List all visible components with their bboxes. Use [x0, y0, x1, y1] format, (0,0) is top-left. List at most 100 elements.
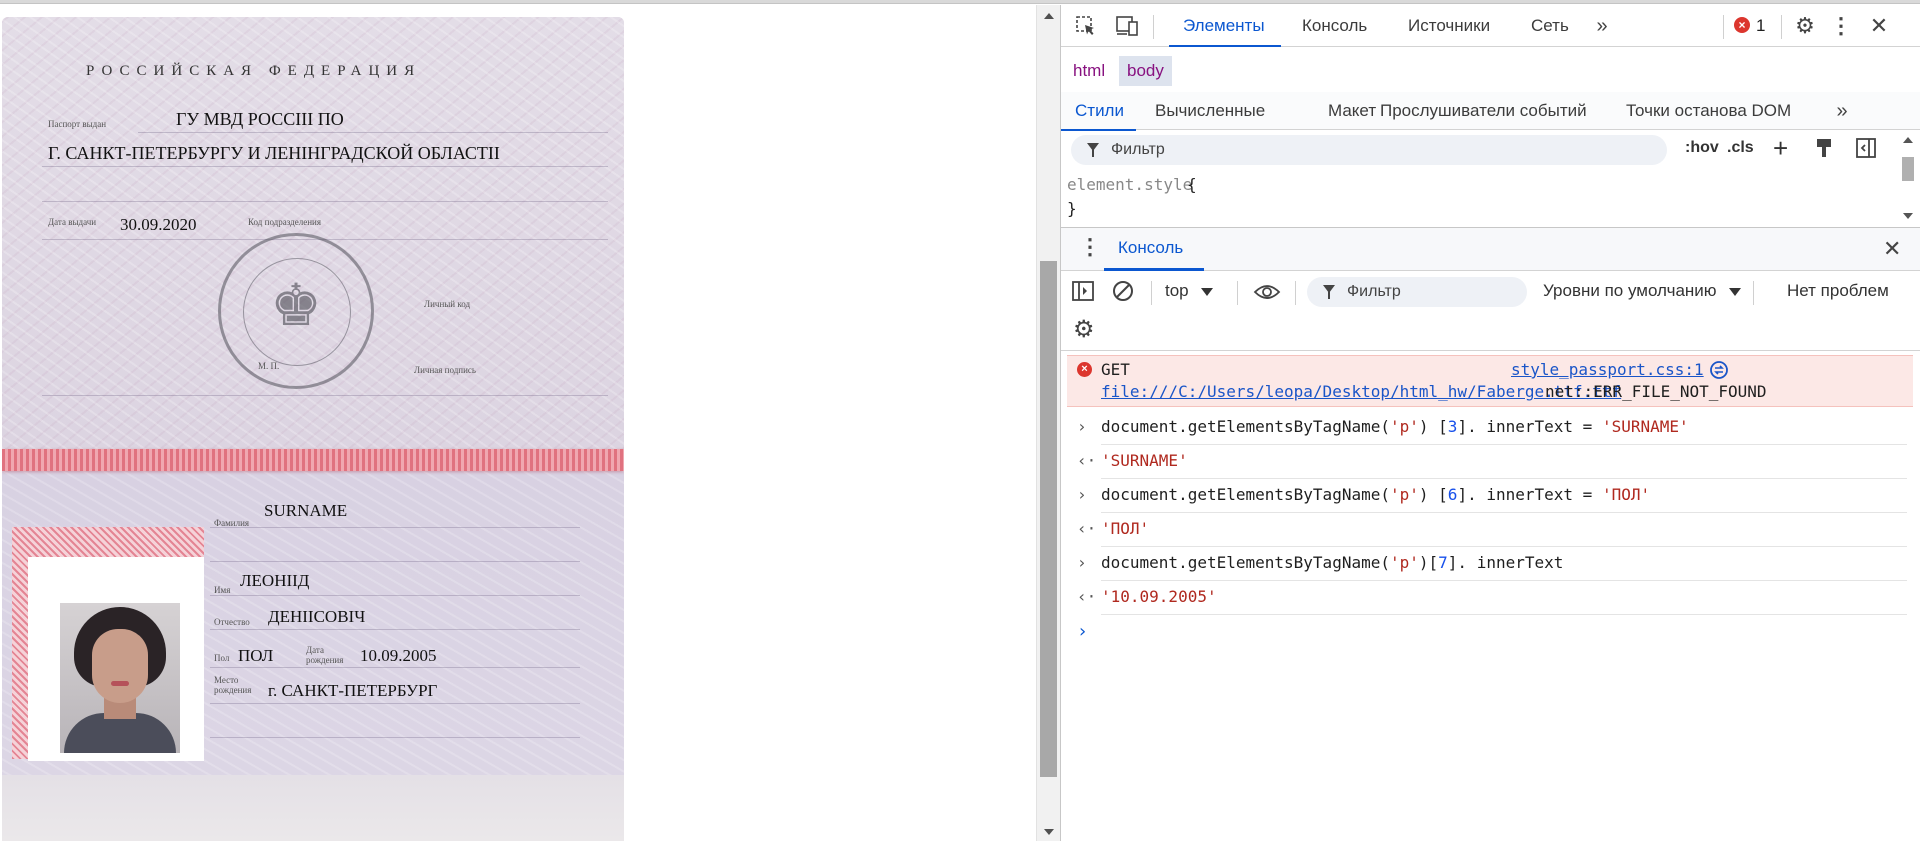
- tab-event-listeners[interactable]: Прослушиватели событий: [1380, 92, 1587, 130]
- tab-sources[interactable]: Источники: [1408, 5, 1490, 47]
- context-selector[interactable]: top: [1165, 281, 1214, 301]
- error-file-url[interactable]: file:///C:/Users/leopa/Desktop/html_hw/F…: [1101, 382, 1621, 401]
- clear-console-icon[interactable]: [1111, 279, 1135, 308]
- element-style-selector[interactable]: element.style: [1067, 175, 1192, 194]
- output-arrow-icon: ‹·: [1077, 519, 1097, 538]
- toolbar-separator: [1753, 281, 1754, 305]
- page-viewport: РОССИЙСКАЯ ФЕДЕРАЦИЯ Паспорт выдан ГУ МВ…: [0, 5, 1036, 841]
- console-error-message: × GET style_passport.css:1 file:///C:/Us…: [1067, 355, 1913, 407]
- hov-toggle[interactable]: :hov: [1685, 139, 1719, 157]
- error-source-link[interactable]: style_passport.css:1: [1511, 360, 1704, 379]
- guide-line: [210, 527, 580, 528]
- tab-console[interactable]: Консоль: [1302, 5, 1367, 47]
- scroll-down-arrow-icon[interactable]: [1044, 829, 1054, 835]
- console-result: 'ПОЛ': [1101, 519, 1150, 538]
- inspect-element-icon[interactable]: [1073, 13, 1099, 39]
- issued-by-line1: ГУ МВД РОССІІІ ПО: [176, 109, 344, 129]
- sex-label: Пол: [214, 653, 230, 663]
- drawer-menu-icon[interactable]: ⋮: [1079, 234, 1101, 260]
- code-fragment: ]. innerText: [1447, 553, 1564, 572]
- new-style-rule-icon[interactable]: +: [1773, 133, 1788, 164]
- toolbar-separator: [1153, 15, 1154, 39]
- code-number: 7: [1438, 553, 1448, 572]
- guide-line: [42, 201, 608, 202]
- tab-dom-breakpoints[interactable]: Точки останова DOM: [1626, 92, 1791, 130]
- passport-fold-strip: [2, 449, 624, 471]
- issues-counter[interactable]: Нет проблем: [1787, 281, 1889, 301]
- breadcrumb-html[interactable]: html: [1065, 56, 1113, 86]
- guide-line: [138, 132, 608, 133]
- passport-bottom-edge: [2, 775, 624, 841]
- tab-styles[interactable]: Стили: [1061, 92, 1136, 131]
- toolbar-separator: [1723, 15, 1724, 39]
- styles-filter-input[interactable]: Фильтр: [1071, 135, 1667, 165]
- guide-line: [210, 667, 580, 668]
- console-output-line: ‹· 'ПОЛ': [1077, 513, 1907, 547]
- code-fragment: )[: [1418, 553, 1439, 572]
- output-arrow-icon: ‹·: [1077, 451, 1097, 470]
- styles-subtabs: Стили Вычисленные Макет Прослушиватели с…: [1061, 92, 1920, 131]
- styles-scrollbar[interactable]: [1899, 133, 1917, 223]
- toggle-sidebar-icon[interactable]: [1855, 137, 1877, 164]
- scroll-up-arrow-icon[interactable]: [1044, 13, 1054, 19]
- device-toolbar-icon[interactable]: [1113, 13, 1141, 39]
- log-levels-dropdown[interactable]: Уровни по умолчанию: [1543, 281, 1742, 301]
- drawer-header: ⋮ Консоль ✕: [1061, 227, 1920, 271]
- official-stamp: ♚: [218, 233, 374, 389]
- drawer-tab-console[interactable]: Консоль: [1118, 238, 1183, 258]
- page-scrollbar[interactable]: [1036, 5, 1060, 841]
- paint-brush-icon[interactable]: [1813, 137, 1835, 164]
- issue-date: 30.09.2020: [120, 215, 197, 234]
- cls-toggle[interactable]: .cls: [1727, 139, 1754, 157]
- more-subtabs-chevron-icon[interactable]: »: [1830, 98, 1854, 124]
- signature-label: Личная подпись: [414, 365, 477, 375]
- console-settings-gear-icon[interactable]: ⚙: [1073, 315, 1095, 344]
- console-input-line[interactable]: › document.getElementsByTagName('p')[7].…: [1077, 547, 1907, 581]
- passport-scan: РОССИЙСКАЯ ФЕДЕРАЦИЯ Паспорт выдан ГУ МВ…: [2, 17, 624, 841]
- console-input-line[interactable]: › document.getElementsByTagName('p') [3]…: [1077, 411, 1907, 445]
- console-messages: × GET style_passport.css:1 file:///C:/Us…: [1061, 351, 1920, 841]
- devtools-panel: Элементы Консоль Источники Сеть » × 1 ⚙ …: [1060, 5, 1920, 841]
- console-code: document.getElementsByTagName('p') [3]. …: [1101, 417, 1689, 436]
- console-prompt[interactable]: ›: [1077, 617, 1907, 647]
- console-output-line: ‹· '10.09.2005': [1077, 581, 1907, 615]
- tab-layout[interactable]: Макет: [1328, 92, 1376, 130]
- code-fragment: ) [: [1418, 485, 1448, 504]
- error-code: net::ERR_FILE_NOT_FOUND: [1545, 382, 1767, 401]
- toolbar-separator: [1237, 281, 1238, 305]
- birth-place-value: г. САНКТ-ПЕТЕРБУРГ: [268, 681, 438, 700]
- log-levels-label: Уровни по умолчанию: [1543, 281, 1717, 300]
- tab-network[interactable]: Сеть: [1531, 5, 1569, 47]
- console-code: document.getElementsByTagName('p') [6]. …: [1101, 485, 1650, 504]
- live-expression-eye-icon[interactable]: [1253, 281, 1281, 308]
- dom-breadcrumb: html body: [1061, 52, 1920, 92]
- settings-gear-icon[interactable]: ⚙: [1791, 13, 1819, 39]
- more-options-icon[interactable]: ⋮: [1830, 13, 1852, 39]
- code-string: 'p': [1389, 553, 1419, 572]
- code-string: 'p': [1389, 485, 1419, 504]
- console-input-line[interactable]: › document.getElementsByTagName('p') [6]…: [1077, 479, 1907, 513]
- dropdown-arrow-icon: [1201, 287, 1214, 296]
- console-output-line: ‹· 'SURNAME': [1077, 445, 1907, 479]
- tab-elements[interactable]: Элементы: [1169, 5, 1281, 47]
- division-code-label: Код подразделения: [248, 217, 321, 227]
- more-tabs-chevron-icon[interactable]: »: [1589, 13, 1615, 39]
- page-scroll-thumb[interactable]: [1040, 261, 1057, 777]
- patronymic-value: ДЕНІІСОВІЧ: [268, 607, 366, 626]
- birth-date-label: Дата рождения: [306, 645, 344, 665]
- console-code: document.getElementsByTagName('p')[7]. i…: [1101, 553, 1563, 572]
- code-fragment: document.getElementsByTagName(: [1101, 553, 1390, 572]
- close-devtools-icon[interactable]: ✕: [1867, 13, 1891, 39]
- error-count[interactable]: 1: [1756, 13, 1765, 39]
- error-icon[interactable]: ×: [1734, 17, 1750, 33]
- holder-photo: [60, 603, 180, 753]
- birth-place-label: Место рождения: [214, 675, 252, 695]
- console-filter-input[interactable]: Фильтр: [1307, 277, 1527, 307]
- breadcrumb-body[interactable]: body: [1119, 56, 1172, 86]
- guide-line: [210, 595, 580, 596]
- close-drawer-icon[interactable]: ✕: [1883, 236, 1901, 262]
- mp-label: М. П.: [258, 361, 280, 371]
- tab-computed[interactable]: Вычисленные: [1155, 92, 1265, 130]
- show-sidebar-icon[interactable]: [1071, 279, 1095, 308]
- error-circle-icon: ×: [1077, 362, 1092, 377]
